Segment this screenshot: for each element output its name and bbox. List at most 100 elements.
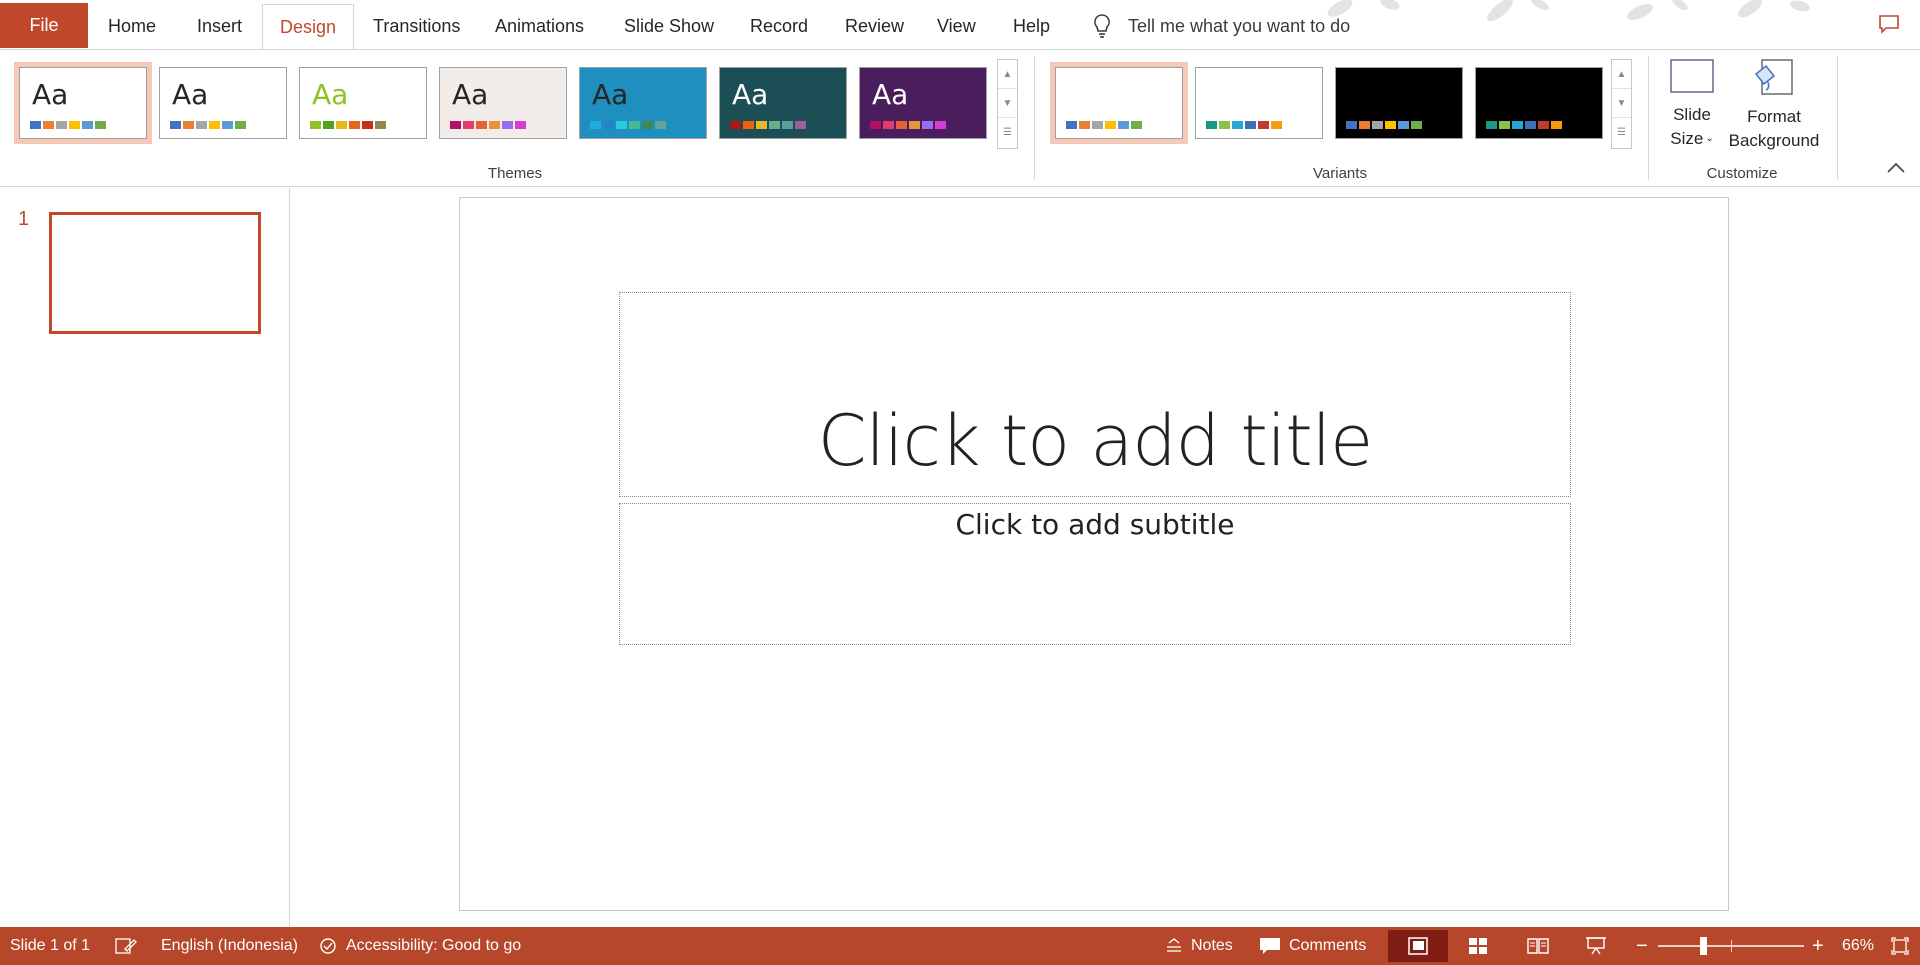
theme-sample-text: Aa (592, 78, 629, 111)
color-swatch (1346, 121, 1357, 129)
theme-item[interactable]: Aa (579, 67, 707, 139)
color-swatch (1385, 121, 1396, 129)
notes-icon (1167, 938, 1181, 952)
color-swatch (1398, 121, 1409, 129)
color-swatch (655, 121, 666, 129)
tab-design[interactable]: Design (262, 4, 354, 50)
gallery-more-icon[interactable]: ☰ (1612, 118, 1631, 147)
slide-size-label-2: Size (1670, 129, 1704, 148)
color-swatch (730, 121, 741, 129)
tab-transitions[interactable]: Transitions (373, 4, 460, 48)
color-swatch (1359, 121, 1370, 129)
fit-to-window-icon[interactable] (1891, 937, 1909, 955)
comments-button[interactable]: Comments (1259, 927, 1366, 965)
tab-help[interactable]: Help (1013, 4, 1050, 48)
color-swatch (909, 121, 920, 129)
color-swatch (769, 121, 780, 129)
chevron-down-icon: ⌄ (1705, 133, 1714, 144)
tab-home[interactable]: Home (108, 4, 156, 48)
color-swatch (30, 121, 41, 129)
spelling-check-icon[interactable] (115, 937, 137, 955)
color-swatch (743, 121, 754, 129)
themes-group-label: Themes (487, 165, 543, 182)
slide-size-label-1: Slide (1673, 105, 1711, 124)
tab-insert[interactable]: Insert (197, 4, 242, 48)
format-background-button[interactable]: Format Background (1726, 56, 1822, 153)
gallery-more-icon[interactable]: ☰ (998, 118, 1017, 147)
slide-canvas[interactable]: Click to add title Click to add subtitle (459, 197, 1729, 911)
format-background-icon (1754, 59, 1793, 95)
color-swatch (1105, 121, 1116, 129)
theme-item[interactable]: Aa (439, 67, 567, 139)
comments-icon (1260, 938, 1280, 954)
reading-view-button[interactable] (1508, 930, 1568, 962)
tab-animations[interactable]: Animations (495, 4, 584, 48)
color-swatch (1092, 121, 1103, 129)
language-indicator[interactable]: English (Indonesia) (161, 927, 298, 965)
variant-item[interactable] (1335, 67, 1463, 139)
color-swatch (56, 121, 67, 129)
ribbon-tabs: File Home Insert Design Transitions Anim… (0, 0, 1920, 50)
color-swatch (362, 121, 373, 129)
theme-item[interactable]: Aa (719, 67, 847, 139)
zoom-slider-thumb[interactable] (1700, 937, 1707, 955)
normal-view-button[interactable] (1388, 930, 1448, 962)
notes-button[interactable]: Notes (1165, 927, 1233, 965)
color-swatch (336, 121, 347, 129)
color-swatch (1551, 121, 1562, 129)
theme-color-swatches (170, 121, 246, 129)
color-swatch (922, 121, 933, 129)
accessibility-label: Accessibility: Good to go (346, 937, 522, 954)
color-swatch (1232, 121, 1243, 129)
theme-item[interactable]: Aa (299, 67, 427, 139)
tab-file[interactable]: File (0, 3, 88, 48)
zoom-level[interactable]: 66% (1842, 927, 1874, 965)
collapse-ribbon-icon[interactable] (1886, 162, 1906, 174)
zoom-in-icon[interactable]: + (1812, 927, 1824, 965)
color-swatch (616, 121, 627, 129)
variant-color-swatches (1486, 121, 1562, 129)
color-swatch (1499, 121, 1510, 129)
color-swatch (82, 121, 93, 129)
scroll-up-icon[interactable]: ▲ (1612, 60, 1631, 89)
theme-color-swatches (730, 121, 806, 129)
color-swatch (310, 121, 321, 129)
color-swatch (756, 121, 767, 129)
themes-gallery-scroll: ▲ ▼ ☰ (997, 59, 1018, 149)
color-swatch (1271, 121, 1282, 129)
color-swatch (1538, 121, 1549, 129)
theme-item[interactable]: Aa (159, 67, 287, 139)
accessibility-status[interactable]: Accessibility: Good to go (318, 927, 521, 965)
zoom-slider-center-tick (1731, 940, 1732, 952)
color-swatch (1206, 121, 1217, 129)
slide-sorter-button[interactable] (1448, 930, 1508, 962)
slide-size-button[interactable]: Slide Size ⌄ (1660, 56, 1724, 151)
color-swatch (235, 121, 246, 129)
color-swatch (489, 121, 500, 129)
subtitle-placeholder[interactable]: Click to add subtitle (619, 503, 1571, 645)
theme-item[interactable]: Aa (859, 67, 987, 139)
zoom-out-icon[interactable]: − (1636, 927, 1648, 965)
slide-show-button[interactable] (1566, 930, 1626, 962)
scroll-down-icon[interactable]: ▼ (1612, 89, 1631, 118)
variant-item[interactable] (1195, 67, 1323, 139)
tab-record[interactable]: Record (750, 4, 808, 48)
slide-size-icon (1670, 59, 1714, 93)
color-swatch (502, 121, 513, 129)
theme-item[interactable]: Aa (14, 62, 152, 144)
color-swatch (1066, 121, 1077, 129)
theme-sample-text: Aa (312, 78, 349, 111)
title-placeholder[interactable]: Click to add title (619, 292, 1571, 497)
subtitle-placeholder-text: Click to add subtitle (955, 508, 1235, 541)
color-swatch (1512, 121, 1523, 129)
scroll-up-icon[interactable]: ▲ (998, 60, 1017, 89)
tab-slide-show[interactable]: Slide Show (624, 4, 714, 48)
slide-thumbnail[interactable] (49, 212, 261, 334)
variant-item[interactable] (1050, 62, 1188, 144)
comment-icon[interactable] (1878, 14, 1900, 34)
tab-view[interactable]: View (937, 4, 976, 48)
variant-item[interactable] (1475, 67, 1603, 139)
scroll-down-icon[interactable]: ▼ (998, 89, 1017, 118)
color-swatch (1219, 121, 1230, 129)
tab-review[interactable]: Review (845, 4, 904, 48)
